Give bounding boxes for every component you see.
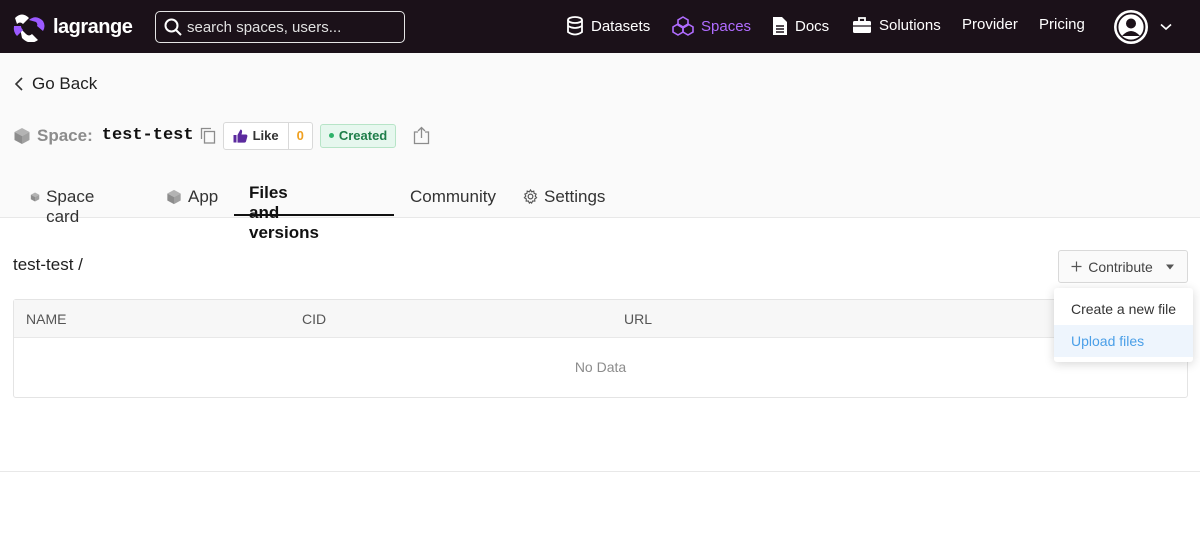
space-name: test-test	[101, 126, 194, 145]
thumbs-up-icon	[233, 129, 247, 143]
lagrange-logo-icon	[13, 14, 45, 42]
nav-spaces[interactable]: Spaces	[672, 16, 751, 36]
logo-text: lagrange	[53, 15, 133, 38]
empty-state: No Data	[574, 359, 627, 375]
chevron-down-icon	[1160, 23, 1172, 31]
tab-community[interactable]: Community	[410, 182, 496, 217]
upload-files-option[interactable]: Upload files	[1054, 325, 1193, 357]
document-icon	[773, 17, 787, 35]
contribute-dropdown: Create a new file Upload files	[1054, 288, 1193, 362]
nav-spaces-label: Spaces	[701, 17, 752, 35]
nav-docs[interactable]: Docs	[772, 16, 829, 36]
go-back-label: Go Back	[32, 74, 98, 93]
space-title-row: Space: test-test Like 0 Created	[13, 121, 430, 150]
active-tab-indicator	[234, 214, 394, 216]
status-badge: Created	[319, 123, 397, 148]
create-new-file-option[interactable]: Create a new file	[1054, 293, 1193, 325]
tab-app-label: App	[188, 187, 219, 206]
status-dot	[328, 133, 334, 138]
column-header-name[interactable]: NAME	[26, 311, 66, 327]
nav-provider[interactable]: Provider	[962, 16, 1018, 33]
database-icon	[567, 16, 583, 36]
search-input[interactable]	[187, 18, 397, 36]
contribute-button[interactable]: Contribute	[1058, 250, 1188, 283]
search-icon	[164, 18, 182, 36]
go-back-link[interactable]: Go Back	[14, 74, 97, 94]
copy-icon[interactable]	[200, 127, 216, 144]
tab-space-card[interactable]: Space card	[30, 182, 100, 226]
cube-icon	[167, 189, 181, 205]
like-button[interactable]: Like	[222, 121, 289, 150]
gear-icon	[523, 189, 538, 204]
breadcrumb: test-test /	[13, 255, 83, 274]
nav-docs-label: Docs	[795, 17, 830, 35]
share-icon[interactable]	[413, 126, 430, 145]
tab-settings[interactable]: Settings	[523, 182, 605, 217]
like-label: Like	[252, 128, 279, 143]
cube-icon	[30, 192, 40, 202]
tab-files-label: Files and versions	[249, 183, 319, 242]
nav-datasets-label: Datasets	[591, 17, 651, 35]
cubes-icon	[672, 16, 694, 36]
column-header-url[interactable]: URL	[624, 311, 652, 327]
top-navbar: lagrange Datasets Spaces Docs	[0, 0, 1200, 53]
cube-icon	[14, 127, 30, 144]
tab-settings-label: Settings	[544, 187, 606, 206]
briefcase-icon	[853, 17, 871, 33]
nav-provider-label: Provider	[962, 16, 1018, 33]
tab-files-and-versions[interactable]: Files and versions	[249, 182, 319, 242]
column-header-cid[interactable]: CID	[302, 311, 326, 327]
nav-solutions[interactable]: Solutions	[852, 16, 941, 34]
tab-community-label: Community	[410, 187, 496, 206]
footer-divider	[0, 471, 1200, 472]
avatar[interactable]	[1114, 10, 1148, 44]
search-box[interactable]	[155, 11, 405, 43]
plus-icon	[1071, 261, 1082, 272]
status-label: Created	[338, 128, 388, 143]
files-table: NAME CID URL No Data	[13, 299, 1188, 398]
contribute-label: Contribute	[1088, 258, 1153, 275]
like-count: 0	[288, 121, 313, 150]
table-header: NAME CID URL	[14, 300, 1187, 338]
tab-space-card-label: Space card	[46, 187, 95, 226]
space-label: Space:	[37, 125, 93, 145]
user-menu[interactable]	[1114, 10, 1172, 44]
nav-pricing[interactable]: Pricing	[1039, 16, 1085, 33]
logo[interactable]: lagrange	[12, 12, 133, 42]
user-icon	[1116, 12, 1146, 42]
tab-app[interactable]: App	[166, 182, 218, 217]
nav-datasets[interactable]: Datasets	[566, 16, 650, 36]
nav-solutions-label: Solutions	[879, 16, 941, 34]
nav-pricing-label: Pricing	[1039, 16, 1085, 33]
caret-down-icon	[1165, 264, 1174, 269]
chevron-left-icon	[14, 77, 23, 91]
